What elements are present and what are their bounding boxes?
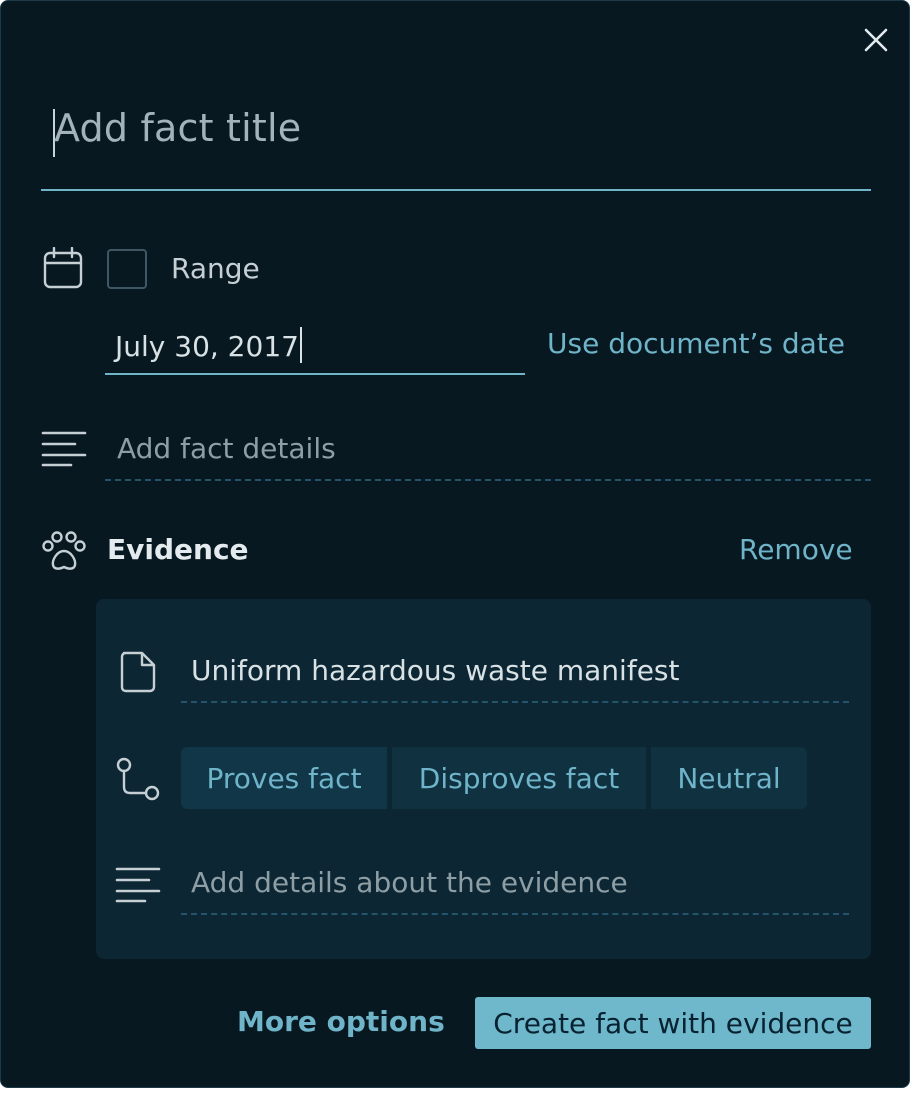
- use-document-date-link[interactable]: Use document’s date: [547, 327, 845, 360]
- route-icon: [116, 757, 160, 801]
- disproves-fact-label: Disproves fact: [418, 761, 620, 795]
- evidence-details-placeholder: Add details about the evidence: [191, 866, 628, 899]
- fact-title-input[interactable]: Add fact title: [41, 101, 871, 191]
- proves-fact-label: Proves fact: [206, 761, 362, 795]
- text-caret: [299, 327, 302, 363]
- fact-title-placeholder: Add fact title: [54, 106, 302, 150]
- text-lines-icon: [115, 867, 161, 903]
- more-options-button[interactable]: More options: [237, 1005, 445, 1038]
- remove-evidence-link[interactable]: Remove: [739, 533, 853, 566]
- proves-fact-option[interactable]: Proves fact: [181, 747, 387, 809]
- evidence-document-name: Uniform hazardous waste manifest: [191, 654, 680, 687]
- create-fact-button-label: Create fact with evidence: [493, 1006, 853, 1040]
- range-checkbox[interactable]: [107, 249, 147, 289]
- fact-details-input[interactable]: Add fact details: [105, 429, 871, 481]
- range-label: Range: [171, 252, 260, 285]
- text-lines-icon: [41, 431, 87, 467]
- evidence-details-input[interactable]: Add details about the evidence: [181, 863, 849, 915]
- date-input[interactable]: July 30, 2017: [105, 319, 525, 375]
- date-value-wrap: July 30, 2017: [115, 327, 302, 363]
- create-fact-dialog: Add fact title Range July 30, 2017 Use d…: [0, 0, 910, 1088]
- close-button[interactable]: [859, 23, 893, 57]
- neutral-label: Neutral: [677, 761, 781, 795]
- neutral-option[interactable]: Neutral: [651, 747, 807, 809]
- calendar-icon: [43, 247, 83, 289]
- evidence-section-label: Evidence: [107, 533, 249, 566]
- close-icon: [864, 28, 888, 52]
- evidence-relation-selector: Proves fact Disproves fact Neutral: [181, 747, 807, 809]
- create-fact-with-evidence-button[interactable]: Create fact with evidence: [475, 997, 871, 1049]
- evidence-document-field[interactable]: Uniform hazardous waste manifest: [181, 651, 849, 703]
- disproves-fact-option[interactable]: Disproves fact: [392, 747, 646, 809]
- date-value: July 30, 2017: [115, 330, 299, 363]
- paw-icon: [42, 531, 86, 570]
- fact-details-placeholder: Add fact details: [117, 432, 336, 465]
- document-icon: [120, 651, 156, 693]
